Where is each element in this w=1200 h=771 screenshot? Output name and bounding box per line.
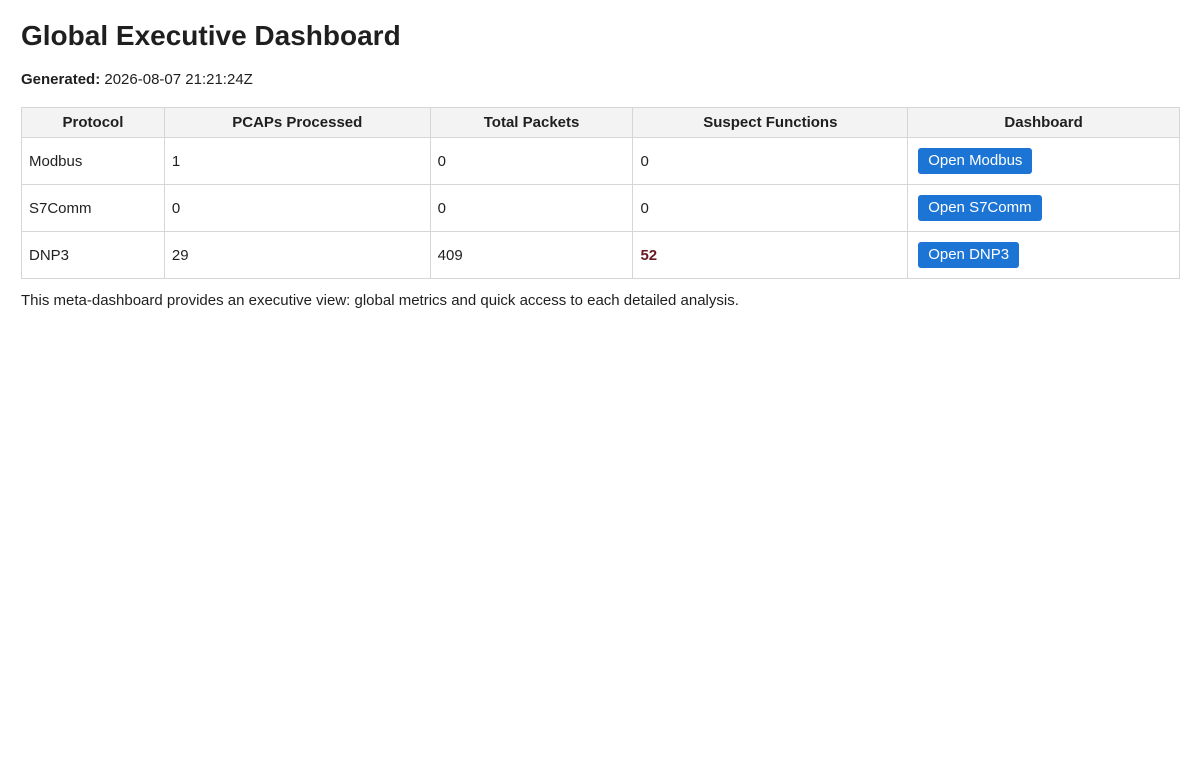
- generated-label: Generated:: [21, 71, 101, 88]
- cell-protocol: DNP3: [21, 231, 165, 279]
- cell-total-packets: 0: [429, 137, 634, 185]
- cell-dashboard: Open S7Comm: [907, 184, 1180, 232]
- header-suspect-functions: Suspect Functions: [632, 107, 909, 138]
- cell-suspect-functions: 52: [632, 231, 909, 279]
- table-row: S7Comm 0 0 0 Open S7Comm: [21, 184, 1180, 232]
- cell-pcaps-processed: 1: [163, 137, 431, 185]
- cell-protocol: S7Comm: [21, 184, 165, 232]
- table-header-row: Protocol PCAPs Processed Total Packets S…: [21, 107, 1180, 138]
- table-row: DNP3 29 409 52 Open DNP3: [21, 231, 1180, 279]
- suspect-count-highlight: 52: [640, 246, 658, 264]
- header-protocol: Protocol: [21, 107, 165, 138]
- table-row: Modbus 1 0 0 Open Modbus: [21, 137, 1180, 185]
- cell-dashboard: Open Modbus: [907, 137, 1180, 185]
- cell-total-packets: 0: [429, 184, 634, 232]
- cell-pcaps-processed: 0: [163, 184, 431, 232]
- open-s7comm-button[interactable]: Open S7Comm: [918, 195, 1042, 221]
- generated-timestamp: 2026-08-07 21:21:24Z: [104, 71, 253, 88]
- protocol-summary-table: Protocol PCAPs Processed Total Packets S…: [21, 107, 1180, 279]
- cell-suspect-functions: 0: [632, 184, 909, 232]
- cell-suspect-functions: 0: [632, 137, 909, 185]
- cell-protocol: Modbus: [21, 137, 165, 185]
- header-pcaps-processed: PCAPs Processed: [163, 107, 431, 138]
- cell-pcaps-processed: 29: [163, 231, 431, 279]
- cell-dashboard: Open DNP3: [907, 231, 1180, 279]
- generated-line: Generated: 2026-08-07 21:21:24Z: [21, 70, 1179, 90]
- header-dashboard: Dashboard: [907, 107, 1180, 138]
- open-modbus-button[interactable]: Open Modbus: [918, 148, 1033, 174]
- cell-total-packets: 409: [429, 231, 634, 279]
- page-title: Global Executive Dashboard: [21, 20, 401, 51]
- footnote-text: This meta-dashboard provides an executiv…: [21, 292, 739, 309]
- open-dnp3-button[interactable]: Open DNP3: [918, 242, 1020, 268]
- header-total-packets: Total Packets: [429, 107, 634, 138]
- page: Global Executive Dashboard Generated: 20…: [0, 0, 1200, 311]
